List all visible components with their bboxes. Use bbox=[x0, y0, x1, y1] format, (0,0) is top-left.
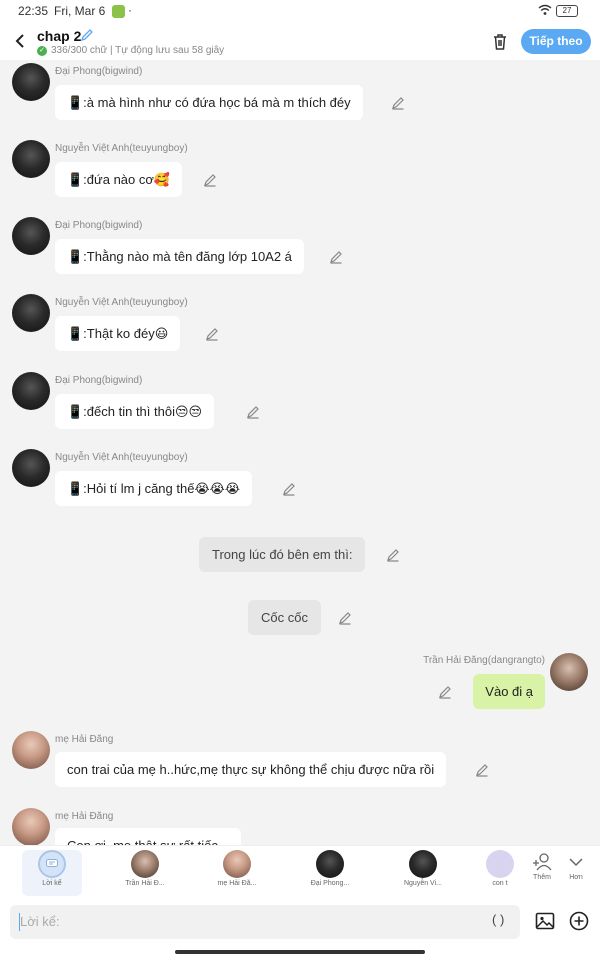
avatar[interactable] bbox=[12, 731, 50, 769]
character-dai-phong[interactable]: Đại Phong... bbox=[300, 850, 360, 896]
add-person-icon bbox=[533, 853, 552, 871]
sender-name: Nguyễn Việt Anh(teuyungboy) bbox=[55, 143, 188, 154]
message-bubble[interactable]: 📱:Thật ko đéy😃 bbox=[55, 316, 181, 351]
add-character-button[interactable]: Thêm bbox=[527, 852, 557, 881]
status-bar: 22:35 Fri, Mar 6 · 27 bbox=[0, 0, 600, 24]
avatar[interactable] bbox=[12, 63, 50, 101]
avatar[interactable] bbox=[12, 449, 50, 487]
image-icon[interactable] bbox=[535, 911, 555, 931]
text-caret bbox=[19, 913, 20, 931]
edit-pencil-icon[interactable] bbox=[246, 405, 260, 419]
avatar bbox=[486, 850, 514, 878]
status-dot: · bbox=[128, 3, 132, 17]
edit-pencil-icon[interactable] bbox=[438, 685, 452, 699]
avatar bbox=[223, 850, 251, 878]
sender-name: Đại Phong(bigwind) bbox=[55, 66, 143, 77]
message-bubble[interactable]: 📱:Hỏi tí lm j căng thế😭😭😭 bbox=[55, 471, 253, 506]
character-label: con t bbox=[492, 880, 508, 887]
sender-name: Trần Hải Đăng(dangrangto) bbox=[423, 655, 545, 666]
add-label: Thêm bbox=[533, 874, 551, 881]
message-bubble[interactable]: 📱:đứa nào cơ🥰 bbox=[55, 162, 183, 197]
narration-input[interactable] bbox=[10, 905, 520, 939]
battery-icon: 27 bbox=[556, 5, 578, 17]
character-selector: Lời kể Trần Hải Đ... mẹ Hải Đă... Đại Ph… bbox=[0, 845, 600, 897]
character-narrator[interactable]: Lời kể bbox=[22, 850, 82, 896]
composer: ( ) bbox=[0, 897, 600, 960]
sender-name: Nguyễn Việt Anh(teuyungboy) bbox=[55, 297, 188, 308]
edit-pencil-icon[interactable] bbox=[391, 96, 405, 110]
more-label: Hơn bbox=[569, 874, 583, 881]
message-bubble[interactable]: 📱:Thằng nào mà tên đăng lớp 10A2 á bbox=[55, 239, 304, 274]
narration-bubble[interactable]: Cốc cốc bbox=[248, 600, 321, 635]
sender-name: Đại Phong(bigwind) bbox=[55, 375, 143, 386]
avatar[interactable] bbox=[12, 372, 50, 410]
character-label: mẹ Hải Đă... bbox=[217, 880, 257, 887]
editor-header: chap 2 ✓ 336/300 chữ | Tự động lưu sau 5… bbox=[0, 24, 600, 60]
message-bubble[interactable]: 📱:đếch tin thì thôi😒😒 bbox=[55, 394, 215, 429]
wifi-icon bbox=[538, 4, 552, 19]
message-bubble[interactable]: Con ơi, mẹ thật sự rất tiếc... bbox=[55, 828, 241, 845]
narration-bubble[interactable]: Trong lúc đó bên em thì: bbox=[199, 537, 366, 572]
save-status: ✓ 336/300 chữ | Tự động lưu sau 58 giây bbox=[37, 45, 224, 56]
next-button[interactable]: Tiếp theo bbox=[521, 29, 591, 54]
status-time: 22:35 bbox=[18, 4, 49, 18]
edit-pencil-icon[interactable] bbox=[338, 611, 352, 625]
chat-area[interactable]: Đại Phong(bigwind) 📱:à mà hình như có đứ… bbox=[0, 60, 600, 845]
message-bubble[interactable]: con trai của mẹ h..hức,mẹ thực sự không … bbox=[55, 752, 447, 787]
character-me-hai-dang[interactable]: mẹ Hải Đă... bbox=[207, 850, 267, 896]
parenthesis-button[interactable]: ( ) bbox=[492, 912, 504, 927]
avatar[interactable] bbox=[12, 808, 50, 845]
narrator-icon bbox=[38, 850, 66, 878]
avatar[interactable] bbox=[550, 653, 588, 691]
avatar bbox=[316, 850, 344, 878]
edit-pencil-icon[interactable] bbox=[282, 482, 296, 496]
character-tran-hai-dang[interactable]: Trần Hải Đ... bbox=[115, 850, 175, 896]
word-count-autosave: 336/300 chữ | Tự động lưu sau 58 giây bbox=[51, 45, 225, 56]
avatar bbox=[131, 850, 159, 878]
avatar[interactable] bbox=[12, 294, 50, 332]
pencil-icon[interactable] bbox=[80, 28, 94, 42]
avatar[interactable] bbox=[12, 140, 50, 178]
character-label: Nguyễn Vi... bbox=[403, 880, 442, 887]
back-arrow-icon[interactable] bbox=[10, 30, 30, 52]
notification-app-icon bbox=[112, 5, 125, 18]
character-label: Trần Hải Đ... bbox=[125, 880, 165, 887]
message-bubble[interactable]: 📱:à mà hình như có đứa học bá mà m thích… bbox=[55, 85, 363, 120]
edit-pencil-icon[interactable] bbox=[203, 173, 217, 187]
edit-pencil-icon[interactable] bbox=[205, 327, 219, 341]
character-partial[interactable]: con t bbox=[480, 850, 520, 896]
edit-pencil-icon[interactable] bbox=[475, 763, 489, 777]
character-nguyen-viet-anh[interactable]: Nguyễn Vi... bbox=[393, 850, 453, 896]
character-label: Lời kể bbox=[42, 880, 62, 887]
more-button[interactable]: Hơn bbox=[561, 852, 591, 881]
check-icon: ✓ bbox=[37, 45, 47, 56]
sender-name: mẹ Hải Đăng bbox=[55, 811, 114, 822]
sender-name: Đại Phong(bigwind) bbox=[55, 220, 143, 231]
trash-icon[interactable] bbox=[490, 32, 510, 52]
sender-name: Nguyễn Việt Anh(teuyungboy) bbox=[55, 452, 188, 463]
plus-circle-icon[interactable] bbox=[569, 911, 589, 931]
edit-pencil-icon[interactable] bbox=[386, 548, 400, 562]
character-label: Đại Phong... bbox=[310, 880, 350, 887]
sender-name: mẹ Hải Đăng bbox=[55, 734, 114, 745]
avatar[interactable] bbox=[12, 217, 50, 255]
chevron-down-icon bbox=[569, 858, 583, 867]
chapter-title[interactable]: chap 2 bbox=[37, 28, 81, 44]
home-indicator bbox=[175, 950, 425, 954]
avatar bbox=[409, 850, 437, 878]
my-message-bubble[interactable]: Vào đi ạ bbox=[473, 674, 545, 709]
status-date: Fri, Mar 6 bbox=[54, 4, 106, 18]
edit-pencil-icon[interactable] bbox=[329, 250, 343, 264]
